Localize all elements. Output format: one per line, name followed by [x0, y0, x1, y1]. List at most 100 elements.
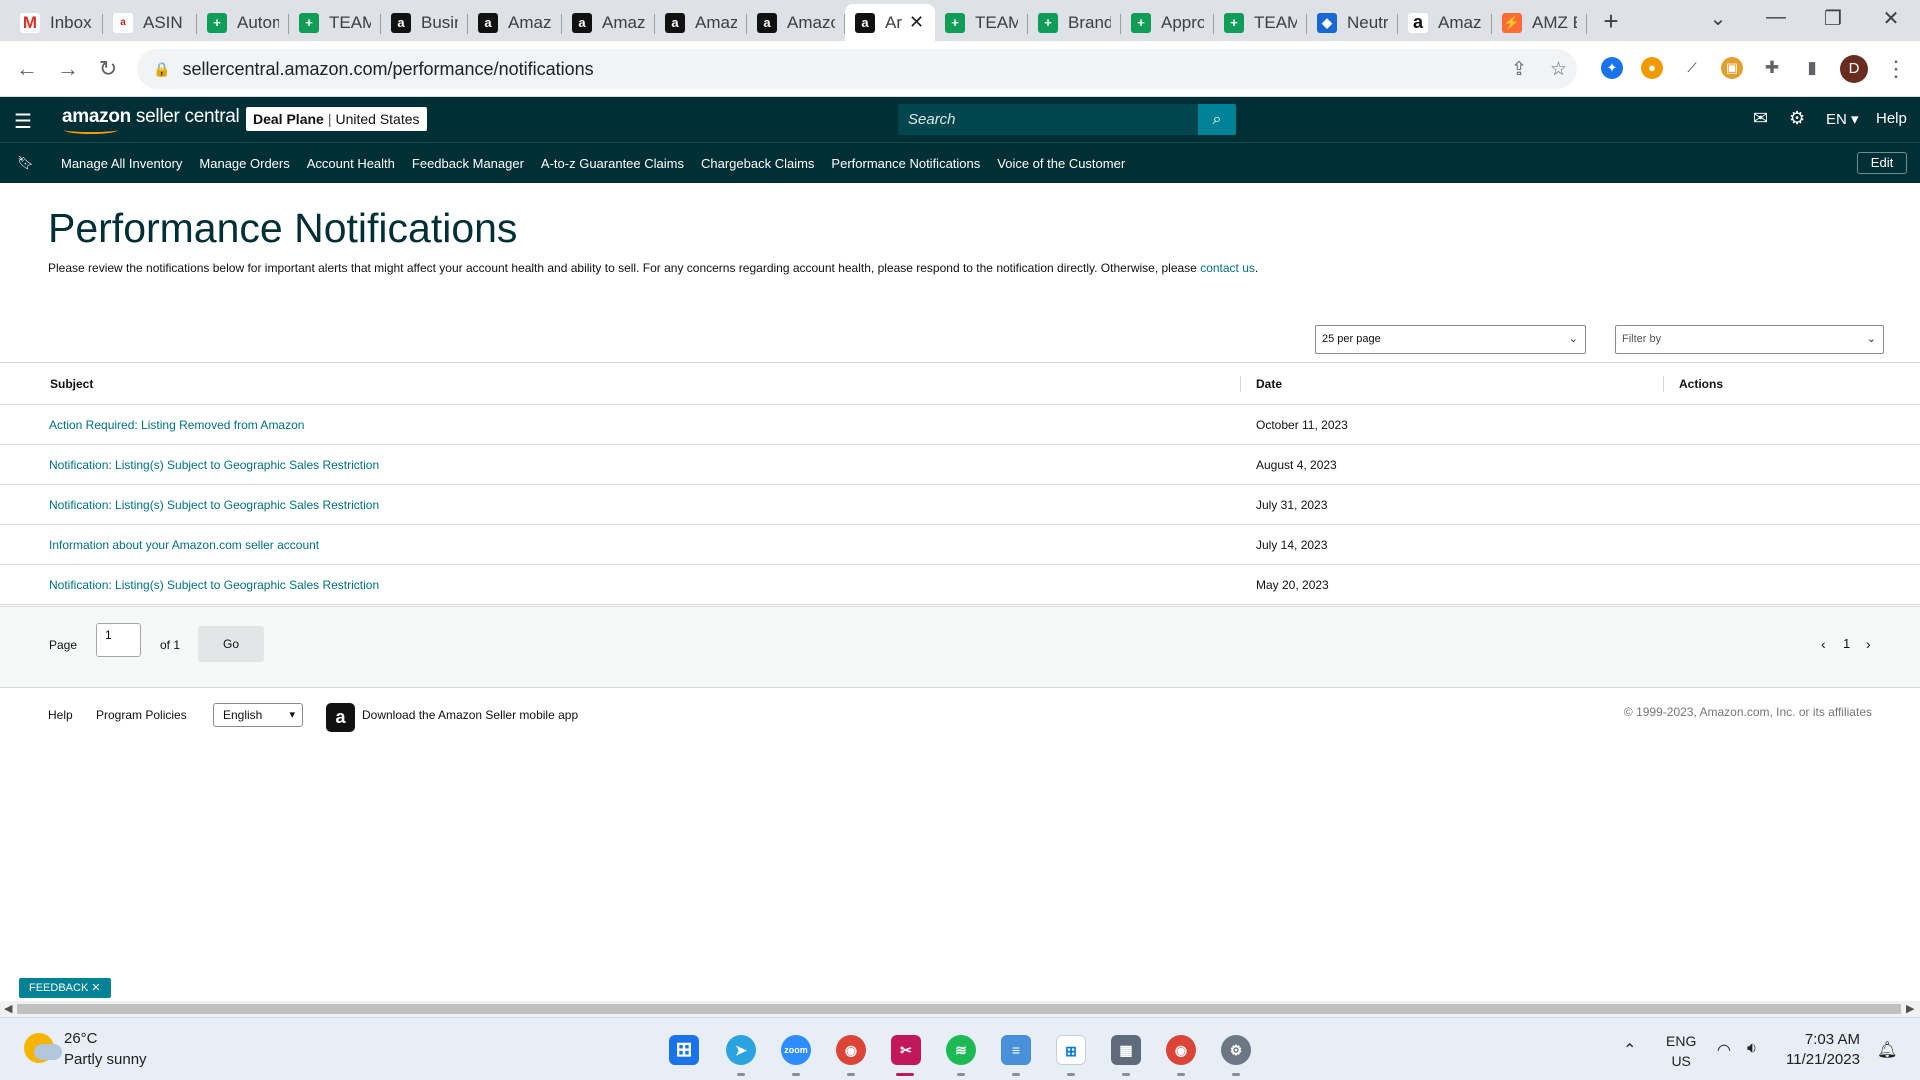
settings-icon[interactable]: ⚙ [1221, 1035, 1251, 1065]
notification-subject-link[interactable]: Notification: Listing(s) Subject to Geog… [49, 458, 379, 472]
browser-tab[interactable]: a Amazo [468, 4, 562, 41]
extension-icon[interactable]: ✦ [1601, 57, 1623, 79]
settings-gear-icon[interactable]: ⚙ [1789, 108, 1805, 129]
browser-tab[interactable]: ◆ Neutra [1307, 4, 1398, 41]
reload-icon[interactable]: ↻ [92, 53, 124, 85]
program-policies-link[interactable]: Program Policies [96, 708, 187, 722]
weather-description[interactable]: Partly sunny [64, 1051, 147, 1068]
previous-page-icon[interactable]: ‹ [1821, 636, 1826, 652]
edit-nav-button[interactable]: Edit [1857, 152, 1907, 174]
extension-icon[interactable]: ⟋ [1681, 57, 1703, 79]
feedback-button[interactable]: FEEDBACK ✕ [19, 978, 111, 998]
browser-tab[interactable]: ⚡ AMZ E [1492, 4, 1587, 41]
search-button[interactable]: ⌕ [1198, 104, 1236, 135]
download-app-link[interactable]: Download the Amazon Seller mobile app [362, 708, 578, 722]
footer-help-link[interactable]: Help [48, 708, 73, 722]
browser-tab[interactable]: a Ar ✕ [845, 4, 935, 41]
column-subject[interactable]: Subject [50, 377, 93, 391]
footer-language-select[interactable]: English ▾ [213, 703, 303, 727]
weather-temperature[interactable]: 26°C [64, 1030, 98, 1047]
microsoft-store-icon[interactable]: ⊞ [1056, 1035, 1086, 1065]
calculator-icon[interactable]: ▦ [1111, 1035, 1141, 1065]
browser-tab[interactable]: a Amazo [655, 4, 747, 41]
puzzle-icon[interactable]: ✚ [1761, 57, 1783, 79]
notification-subject-link[interactable]: Information about your Amazon.com seller… [49, 538, 319, 552]
browser-tab[interactable]: + TEAM [935, 4, 1028, 41]
browser-tab[interactable]: M Inbox [10, 4, 103, 41]
notification-subject-link[interactable]: Action Required: Listing Removed from Am… [49, 418, 304, 432]
contact-us-link[interactable]: contact us [1200, 261, 1255, 275]
input-language-indicator[interactable]: ENG US [1666, 1031, 1696, 1071]
chrome-icon[interactable]: ◉ [1166, 1035, 1196, 1065]
close-icon[interactable]: ✕ [91, 982, 100, 994]
browser-tab[interactable]: + TEAM [1214, 4, 1307, 41]
chrome-profile-icon[interactable]: ◉ [836, 1035, 866, 1065]
side-panel-icon[interactable]: ▮ [1801, 57, 1823, 79]
browser-tab[interactable]: + Autom [197, 4, 289, 41]
extension-icon[interactable]: ● [1641, 57, 1663, 79]
help-link[interactable]: Help [1876, 110, 1907, 127]
language-selector[interactable]: EN ▾ [1826, 110, 1859, 128]
nav-link[interactable]: Performance Notifications [831, 156, 980, 171]
notification-bell-icon[interactable]: 🔔︎ [1877, 1040, 1897, 1060]
scroll-left-icon[interactable]: ◀ [4, 1002, 12, 1015]
menu-kebab-icon[interactable]: ⋮ [1880, 53, 1912, 85]
go-button[interactable]: Go [198, 626, 264, 662]
extension-icon[interactable]: ▣ [1721, 57, 1743, 79]
bookmark-icon[interactable]: 🔖︎ [17, 155, 34, 171]
browser-tab[interactable]: + TEAM [289, 4, 381, 41]
notification-subject-link[interactable]: Notification: Listing(s) Subject to Geog… [49, 578, 379, 592]
per-page-select[interactable]: 25 per page ⌄ [1315, 325, 1586, 354]
nav-link[interactable]: Manage Orders [199, 156, 289, 171]
telegram-icon[interactable]: ➤ [726, 1035, 756, 1065]
restore-icon[interactable]: ❐ [1818, 6, 1848, 31]
current-page-number[interactable]: 1 [1843, 636, 1850, 651]
new-tab-button[interactable]: + [1597, 8, 1625, 36]
bookmark-star-icon[interactable]: ☆ [1550, 58, 1567, 81]
zoom-icon[interactable]: zoom [781, 1035, 811, 1065]
address-bar[interactable]: 🔒 sellercentral.amazon.com/performance/n… [137, 49, 1577, 89]
url-text[interactable]: sellercentral.amazon.com/performance/not… [182, 59, 593, 80]
scrollbar-thumb[interactable] [17, 1004, 1901, 1014]
nav-link[interactable]: Manage All Inventory [61, 156, 182, 171]
nav-link[interactable]: Chargeback Claims [701, 156, 814, 171]
next-page-icon[interactable]: › [1866, 636, 1871, 652]
amazon-app-icon[interactable]: a [326, 703, 355, 732]
volume-icon[interactable]: 🔉︎ [1747, 1040, 1757, 1058]
mail-icon[interactable]: ✉ [1753, 108, 1768, 129]
notification-subject-link[interactable]: Notification: Listing(s) Subject to Geog… [49, 498, 379, 512]
nav-link[interactable]: Account Health [307, 156, 395, 171]
show-hidden-icons-icon[interactable]: ⌃ [1623, 1040, 1636, 1060]
hamburger-menu-icon[interactable]: ☰ [14, 109, 32, 134]
close-window-icon[interactable]: ✕ [1876, 6, 1906, 31]
windows-start-icon[interactable]: ⊞ [669, 1035, 699, 1065]
search-input[interactable] [898, 104, 1234, 135]
horizontal-scrollbar[interactable]: ◀ ▶ [0, 1001, 1920, 1017]
store-selector[interactable]: Deal Plane | United States [246, 107, 427, 131]
browser-tab[interactable]: a Amazo [747, 4, 845, 41]
profile-avatar[interactable]: D [1840, 55, 1868, 83]
snipping-tool-icon[interactable]: ✂ [891, 1035, 921, 1065]
spotify-icon[interactable]: ≋ [946, 1035, 976, 1065]
notepad-icon[interactable]: ≡ [1001, 1035, 1031, 1065]
filter-select[interactable]: Filter by ⌄ [1615, 325, 1884, 354]
minimize-icon[interactable]: — [1761, 6, 1791, 29]
browser-tab[interactable]: + Brand [1028, 4, 1121, 41]
browser-tab[interactable]: + Appro [1121, 4, 1214, 41]
wifi-icon[interactable]: ◠ [1717, 1040, 1731, 1060]
scroll-right-icon[interactable]: ▶ [1906, 1002, 1914, 1015]
page-number-input[interactable] [96, 623, 141, 657]
seller-central-logo[interactable]: amazon seller central [62, 106, 240, 134]
browser-tab[interactable]: a Busine [381, 4, 468, 41]
system-clock[interactable]: 7:03 AM 11/21/2023 [1786, 1030, 1860, 1070]
nav-link[interactable]: Feedback Manager [412, 156, 524, 171]
back-icon[interactable]: ← [11, 53, 43, 85]
nav-link[interactable]: Voice of the Customer [997, 156, 1125, 171]
share-icon[interactable]: ⇪ [1511, 58, 1527, 81]
browser-tab[interactable]: a ASIN T [103, 4, 197, 41]
browser-tab[interactable]: a Amazo [562, 4, 655, 41]
browser-tab[interactable]: a Amazo [1398, 4, 1492, 41]
nav-link[interactable]: A-to-z Guarantee Claims [541, 156, 684, 171]
close-tab-icon[interactable]: ✕ [909, 12, 925, 33]
tab-search-icon[interactable]: ⌄ [1703, 6, 1733, 31]
